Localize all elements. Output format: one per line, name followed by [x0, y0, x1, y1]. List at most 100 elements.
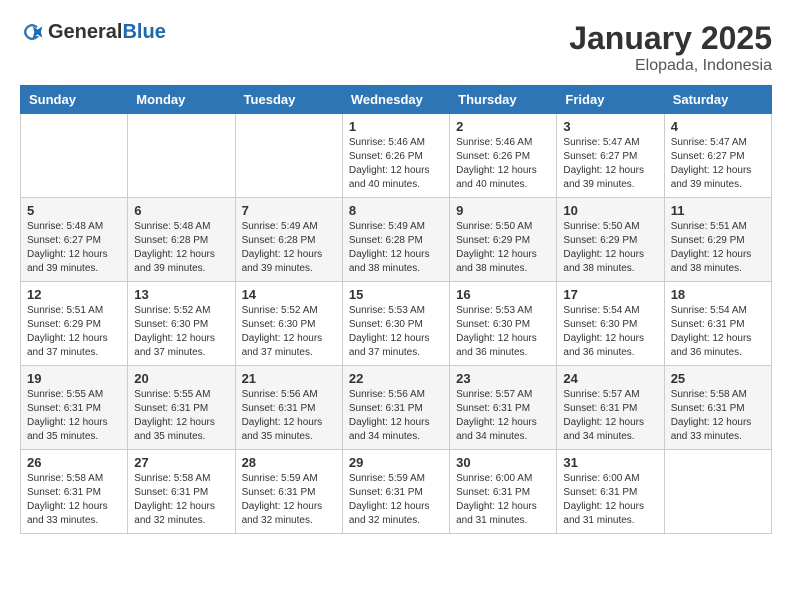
day-number: 5 [27, 203, 121, 218]
day-number: 19 [27, 371, 121, 386]
table-row: 7 Sunrise: 5:49 AM Sunset: 6:28 PM Daylig… [235, 198, 342, 282]
table-row: 2 Sunrise: 5:46 AM Sunset: 6:26 PM Daylig… [450, 114, 557, 198]
day-info: Sunrise: 5:58 AM Sunset: 6:31 PM Dayligh… [27, 472, 121, 528]
day-info: Sunrise: 5:49 AM Sunset: 6:28 PM Dayligh… [242, 220, 336, 276]
day-info: Sunrise: 5:51 AM Sunset: 6:29 PM Dayligh… [27, 304, 121, 360]
day-info: Sunrise: 5:46 AM Sunset: 6:26 PM Dayligh… [349, 136, 443, 192]
table-row: 23 Sunrise: 5:57 AM Sunset: 6:31 PM Dayli… [450, 366, 557, 450]
day-number: 11 [671, 203, 765, 218]
day-info: Sunrise: 5:53 AM Sunset: 6:30 PM Dayligh… [349, 304, 443, 360]
table-row: 17 Sunrise: 5:54 AM Sunset: 6:30 PM Dayli… [557, 282, 664, 366]
day-info: Sunrise: 5:48 AM Sunset: 6:28 PM Dayligh… [134, 220, 228, 276]
day-info: Sunrise: 5:48 AM Sunset: 6:27 PM Dayligh… [27, 220, 121, 276]
day-info: Sunrise: 5:55 AM Sunset: 6:31 PM Dayligh… [134, 388, 228, 444]
header-wednesday: Wednesday [342, 86, 449, 114]
table-row: 9Sunrise: 5:50 AM Sunset: 6:29 PM Daylig… [450, 198, 557, 282]
table-row: 14Sunrise: 5:52 AM Sunset: 6:30 PM Dayli… [235, 282, 342, 366]
day-info: Sunrise: 5:58 AM Sunset: 6:31 PM Dayligh… [134, 472, 228, 528]
table-row: 10Sunrise: 5:50 AM Sunset: 6:29 PM Dayli… [557, 198, 664, 282]
day-info: Sunrise: 5:59 AM Sunset: 6:31 PM Dayligh… [349, 472, 443, 528]
day-info: Sunrise: 5:54 AM Sunset: 6:30 PM Dayligh… [563, 304, 657, 360]
page-header: GeneralBlue January 2025 Elopada, Indone… [20, 20, 772, 75]
logo-blue-text: Blue [122, 21, 165, 43]
calendar-header-row: Sunday Monday Tuesday Wednesday Thursday… [21, 86, 772, 114]
day-number: 24 [563, 371, 657, 386]
table-row: 20 Sunrise: 5:55 AM Sunset: 6:31 PM Dayli… [128, 366, 235, 450]
day-number: 8 [349, 203, 443, 218]
day-number: 12 [27, 287, 121, 302]
day-info: Sunrise: 5:56 AM Sunset: 6:31 PM Dayligh… [242, 388, 336, 444]
header-saturday: Saturday [664, 86, 771, 114]
table-row: 15 Sunrise: 5:53 AM Sunset: 6:30 PM Dayli… [342, 282, 449, 366]
logo-icon [20, 20, 44, 44]
day-info: Sunrise: 5:54 AM Sunset: 6:31 PM Dayligh… [671, 304, 765, 360]
logo-general-text: General [48, 21, 122, 43]
day-number: 26 [27, 455, 121, 470]
day-info: Sunrise: 5:53 AM Sunset: 6:30 PM Dayligh… [456, 304, 550, 360]
table-row: 21 Sunrise: 5:56 AM Sunset: 6:31 PM Dayli… [235, 366, 342, 450]
day-info: Sunrise: 6:00 AM Sunset: 6:31 PM Dayligh… [456, 472, 550, 528]
day-number: 21 [242, 371, 336, 386]
day-info: Sunrise: 5:58 AM Sunset: 6:31 PM Dayligh… [671, 388, 765, 444]
table-row: 11Sunrise: 5:51 AM Sunset: 6:29 PM Dayli… [664, 198, 771, 282]
day-number: 30 [456, 455, 550, 470]
day-info: Sunrise: 5:46 AM Sunset: 6:26 PM Dayligh… [456, 136, 550, 192]
day-number: 7 [242, 203, 336, 218]
day-number: 3 [563, 119, 657, 134]
day-info: Sunrise: 5:56 AM Sunset: 6:31 PM Dayligh… [349, 388, 443, 444]
day-number: 23 [456, 371, 550, 386]
day-number: 28 [242, 455, 336, 470]
day-number: 14 [242, 287, 336, 302]
day-number: 20 [134, 371, 228, 386]
day-info: Sunrise: 5:57 AM Sunset: 6:31 PM Dayligh… [456, 388, 550, 444]
calendar-week-row: 1 Sunrise: 5:46 AM Sunset: 6:26 PM Daylig… [21, 114, 772, 198]
day-info: Sunrise: 5:50 AM Sunset: 6:29 PM Dayligh… [563, 220, 657, 276]
table-row: 19 Sunrise: 5:55 AM Sunset: 6:31 PM Dayli… [21, 366, 128, 450]
calendar-week-row: 12 Sunrise: 5:51 AM Sunset: 6:29 PM Dayli… [21, 282, 772, 366]
calendar-week-row: 26 Sunrise: 5:58 AM Sunset: 6:31 PM Dayli… [21, 450, 772, 534]
header-tuesday: Tuesday [235, 86, 342, 114]
header-sunday: Sunday [21, 86, 128, 114]
table-row [235, 114, 342, 198]
table-row [21, 114, 128, 198]
day-info: Sunrise: 5:57 AM Sunset: 6:31 PM Dayligh… [563, 388, 657, 444]
table-row: 30 Sunrise: 6:00 AM Sunset: 6:31 PM Dayli… [450, 450, 557, 534]
day-number: 25 [671, 371, 765, 386]
day-number: 4 [671, 119, 765, 134]
day-info: Sunrise: 5:59 AM Sunset: 6:31 PM Dayligh… [242, 472, 336, 528]
day-number: 22 [349, 371, 443, 386]
header-thursday: Thursday [450, 86, 557, 114]
table-row: 12 Sunrise: 5:51 AM Sunset: 6:29 PM Dayli… [21, 282, 128, 366]
day-number: 9 [456, 203, 550, 218]
day-number: 1 [349, 119, 443, 134]
table-row: 28 Sunrise: 5:59 AM Sunset: 6:31 PM Dayli… [235, 450, 342, 534]
day-info: Sunrise: 5:52 AM Sunset: 6:30 PM Dayligh… [134, 304, 228, 360]
table-row [128, 114, 235, 198]
day-info: Sunrise: 5:55 AM Sunset: 6:31 PM Dayligh… [27, 388, 121, 444]
day-number: 6 [134, 203, 228, 218]
table-row: 31Sunrise: 6:00 AM Sunset: 6:31 PM Dayli… [557, 450, 664, 534]
table-row [664, 450, 771, 534]
day-number: 15 [349, 287, 443, 302]
table-row: 5 Sunrise: 5:48 AM Sunset: 6:27 PM Daylig… [21, 198, 128, 282]
day-number: 29 [349, 455, 443, 470]
day-number: 17 [563, 287, 657, 302]
title-section: January 2025 Elopada, Indonesia [569, 20, 772, 75]
table-row: 1 Sunrise: 5:46 AM Sunset: 6:26 PM Daylig… [342, 114, 449, 198]
month-title: January 2025 [569, 20, 772, 57]
day-info: Sunrise: 5:49 AM Sunset: 6:28 PM Dayligh… [349, 220, 443, 276]
day-number: 2 [456, 119, 550, 134]
header-friday: Friday [557, 86, 664, 114]
table-row: 26 Sunrise: 5:58 AM Sunset: 6:31 PM Dayli… [21, 450, 128, 534]
day-info: Sunrise: 5:47 AM Sunset: 6:27 PM Dayligh… [671, 136, 765, 192]
table-row: 27Sunrise: 5:58 AM Sunset: 6:31 PM Dayli… [128, 450, 235, 534]
header-monday: Monday [128, 86, 235, 114]
calendar-table: Sunday Monday Tuesday Wednesday Thursday… [20, 85, 772, 534]
day-number: 18 [671, 287, 765, 302]
day-number: 16 [456, 287, 550, 302]
day-number: 31 [563, 455, 657, 470]
table-row: 13Sunrise: 5:52 AM Sunset: 6:30 PM Dayli… [128, 282, 235, 366]
table-row: 6 Sunrise: 5:48 AM Sunset: 6:28 PM Daylig… [128, 198, 235, 282]
logo: GeneralBlue [20, 20, 166, 44]
table-row: 29 Sunrise: 5:59 AM Sunset: 6:31 PM Dayli… [342, 450, 449, 534]
